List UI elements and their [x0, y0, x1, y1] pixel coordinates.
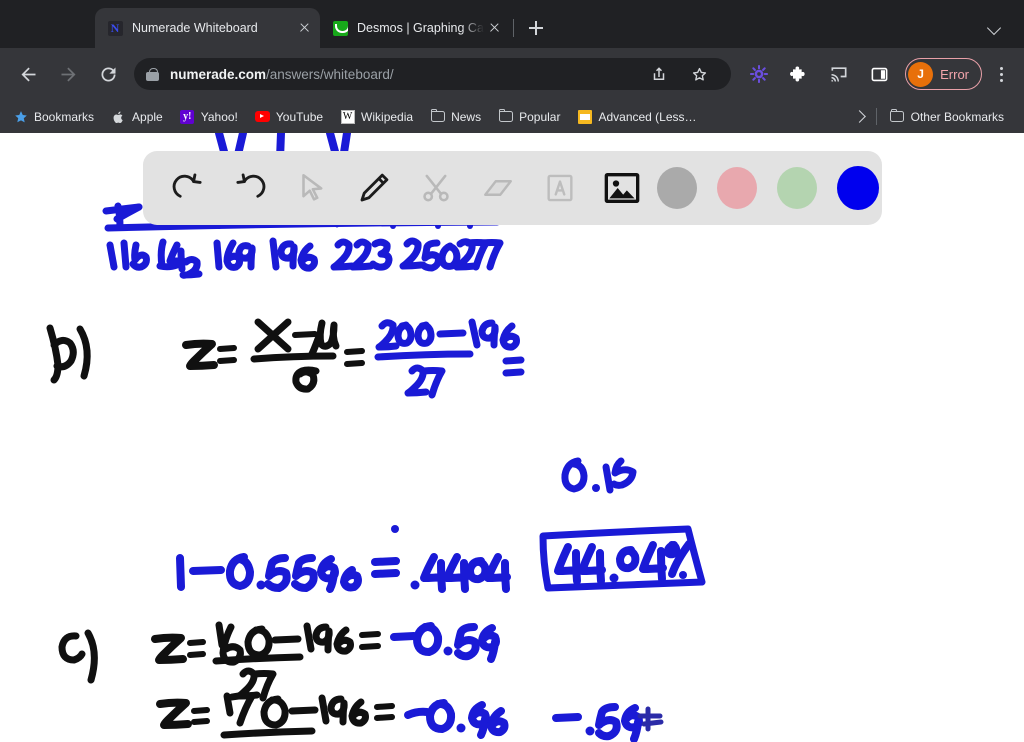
bookmarks-divider — [875, 108, 877, 125]
forward-arrow-icon — [51, 57, 85, 91]
select-cursor-icon[interactable] — [285, 161, 339, 215]
side-panel-icon[interactable] — [862, 57, 896, 91]
color-swatch-pink[interactable] — [717, 167, 757, 209]
chevron-down-icon[interactable] — [980, 12, 1010, 42]
tab-divider — [513, 19, 514, 37]
tab-desmos-graphing-calculator[interactable]: Desmos | Graphing Calculato — [320, 8, 510, 48]
whiteboard-toolbar — [143, 151, 882, 225]
bookmark-item-apple[interactable]: Apple — [106, 106, 168, 127]
new-tab-button[interactable] — [522, 14, 550, 42]
tab-strip: N Numerade Whiteboard Desmos | Graphing … — [0, 0, 1024, 48]
tab-numerade-whiteboard[interactable]: N Numerade Whiteboard — [95, 8, 320, 48]
bookmark-label: Advanced (Less… — [598, 109, 697, 124]
bookmark-label: Bookmarks — [34, 109, 95, 124]
browser-window: N Numerade Whiteboard Desmos | Graphing … — [0, 0, 1024, 742]
star-icon[interactable] — [682, 57, 716, 91]
profile-status-button[interactable]: J Error — [905, 58, 982, 90]
avatar: J — [908, 61, 934, 87]
url-host: numerade.com — [170, 66, 267, 82]
reload-icon[interactable] — [91, 57, 125, 91]
omnibox-actions — [631, 57, 719, 91]
bookmark-item-bookmarks[interactable]: Bookmarks — [8, 106, 99, 127]
pencil-icon[interactable] — [347, 161, 401, 215]
bookmark-item-popular[interactable]: Popular — [493, 106, 565, 127]
share-icon[interactable] — [642, 57, 676, 91]
whiteboard-page — [0, 133, 1024, 742]
address-bar[interactable]: numerade.com/answers/whiteboard/ — [134, 57, 732, 91]
wikipedia-logo-icon: W — [340, 109, 355, 124]
tab-title: Desmos | Graphing Calculato — [357, 21, 484, 35]
scissors-icon[interactable] — [409, 161, 463, 215]
yellow-square-icon — [577, 109, 592, 124]
numerade-logo-icon: N — [107, 20, 123, 36]
text-icon[interactable] — [533, 161, 587, 215]
apple-logo-icon — [111, 109, 126, 124]
folder-icon — [890, 108, 905, 124]
bookmarks-bar: Bookmarks Apple y! Yahoo! YouTube W Wiki… — [0, 100, 1024, 133]
bookmark-item-advanced[interactable]: Advanced (Less… — [572, 106, 701, 127]
bookmark-label: Yahoo! — [200, 109, 238, 124]
bookmark-item-news[interactable]: News — [425, 106, 486, 127]
bookmark-item-other-bookmarks[interactable]: Other Bookmarks — [885, 106, 1009, 127]
undo-icon[interactable] — [161, 161, 215, 215]
back-arrow-icon[interactable] — [11, 57, 45, 91]
eraser-icon[interactable] — [471, 161, 525, 215]
status-badge: Error — [940, 66, 969, 82]
bookmark-item-wikipedia[interactable]: W Wikipedia — [335, 106, 418, 127]
color-swatch-blue[interactable] — [837, 166, 879, 210]
color-swatch-gray[interactable] — [657, 167, 697, 209]
url-text: numerade.com/answers/whiteboard/ — [170, 67, 394, 82]
url-path: /answers/whiteboard/ — [266, 66, 394, 82]
bookmark-label: Popular — [519, 109, 561, 124]
star-icon — [13, 109, 28, 124]
kebab-menu-icon[interactable] — [986, 57, 1016, 91]
redo-icon[interactable] — [223, 161, 277, 215]
youtube-logo-icon — [254, 109, 270, 124]
tab-close-icon[interactable] — [484, 18, 504, 38]
color-swatch-green[interactable] — [777, 167, 817, 209]
lock-icon — [146, 67, 159, 82]
bookmark-label: News — [451, 109, 482, 124]
folder-icon — [430, 108, 445, 124]
bookmark-label: Apple — [132, 109, 163, 124]
bookmark-label: Other Bookmarks — [910, 109, 1004, 124]
image-icon[interactable] — [595, 161, 649, 215]
bookmark-label: Wikipedia — [361, 109, 414, 124]
extension-icons — [739, 57, 899, 91]
yahoo-logo-icon: y! — [180, 109, 195, 124]
folder-icon — [498, 108, 513, 124]
cast-icon[interactable] — [822, 57, 856, 91]
bookmark-item-youtube[interactable]: YouTube — [250, 106, 328, 127]
bookmark-label: YouTube — [275, 109, 324, 124]
puzzle-extensions-icon[interactable] — [782, 57, 816, 91]
chevron-right-icon[interactable] — [848, 106, 870, 128]
navigation-toolbar: numerade.com/answers/whiteboard/ J Error — [0, 48, 1024, 100]
tab-close-icon[interactable] — [294, 18, 314, 38]
desmos-logo-icon — [332, 20, 348, 36]
tab-title: Numerade Whiteboard — [132, 21, 258, 35]
purple-gear-extension-icon[interactable] — [742, 57, 776, 91]
bookmark-item-yahoo[interactable]: y! Yahoo! — [175, 106, 243, 127]
